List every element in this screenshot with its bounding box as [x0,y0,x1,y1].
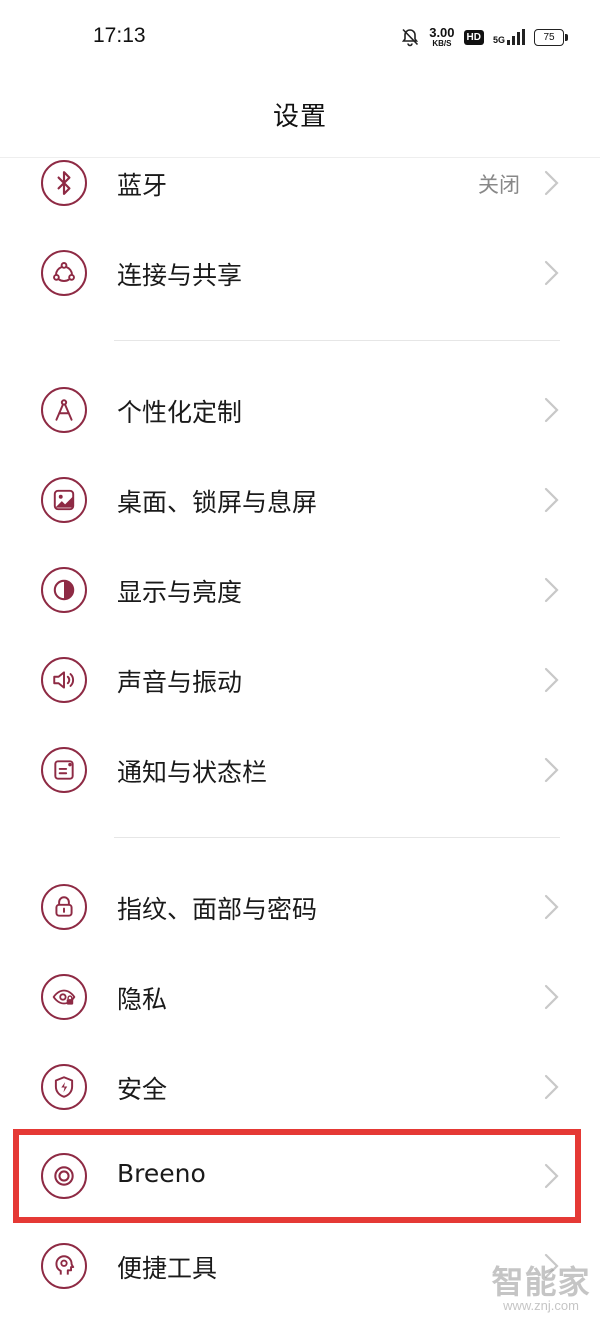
settings-item-label: 连接与共享 [117,261,243,290]
watermark-url: www.znj.com [503,1298,579,1313]
settings-item-label: 桌面、锁屏与息屏 [117,488,318,517]
speaker-icon [41,657,87,703]
settings-item-label: 通知与状态栏 [117,758,268,787]
shield-icon [41,1064,87,1110]
group-divider [114,837,560,838]
page-title: 设置 [272,102,327,132]
settings-item-personalization[interactable]: 个性化定制 [0,365,600,455]
compass-icon [41,387,87,433]
settings-item-notification-statusbar[interactable]: 通知与状态栏 [0,725,600,815]
settings-item-label: 个性化定制 [117,398,243,427]
notification-icon [41,747,87,793]
chevron-right-icon [544,397,559,423]
settings-item-label: 蓝牙 [117,171,168,200]
settings-item-bluetooth[interactable]: 蓝牙 关闭 [0,138,600,228]
hd-badge: HD [463,29,484,45]
brightness-icon [41,567,87,613]
battery-indicator: 75 [534,28,568,46]
settings-item-label: 指纹、面部与密码 [117,895,318,924]
privacy-eye-icon [41,974,87,1020]
chevron-right-icon [544,757,559,783]
settings-item-label: 显示与亮度 [117,578,243,607]
group-divider [114,340,560,341]
chevron-right-icon [544,487,559,513]
chevron-right-icon [544,667,559,693]
settings-item-connection-sharing[interactable]: 连接与共享 [0,228,600,318]
chevron-right-icon [544,1074,559,1100]
chevron-right-icon [544,577,559,603]
watermark-logo: 智能家 [491,1263,591,1301]
settings-item-display-brightness[interactable]: 显示与亮度 [0,545,600,635]
status-icons: 3.00 KB/S HD 5G 75 [400,22,568,52]
chevron-right-icon [544,894,559,920]
network-speed: 3.00 KB/S [429,26,454,48]
network-type: 5G [492,35,505,45]
connection-share-icon [41,250,87,296]
chevron-right-icon [544,170,559,196]
signal-bars-icon [507,29,525,45]
tools-head-icon [41,1243,87,1289]
settings-item-desktop-lockscreen[interactable]: 桌面、锁屏与息屏 [0,455,600,545]
settings-item-label: 便捷工具 [117,1254,218,1283]
bell-muted-icon [402,28,419,47]
settings-item-label: 声音与振动 [117,668,243,697]
settings-item-label: 隐私 [117,985,168,1014]
settings-item-sound-vibration[interactable]: 声音与振动 [0,635,600,725]
settings-item-fingerprint-face-password[interactable]: 指纹、面部与密码 [0,862,600,952]
highlight-box [13,1129,581,1223]
chevron-right-icon [544,984,559,1010]
status-time: 17:13 [93,24,146,47]
status-bar: 17:13 3.00 KB/S HD 5G 75 [0,0,600,80]
network-speed-value: 3.00 [429,25,455,40]
lock-icon [41,884,87,930]
settings-item-label: 安全 [117,1075,168,1104]
settings-item-privacy[interactable]: 隐私 [0,952,600,1042]
bluetooth-status-value: 关闭 [478,173,520,197]
bluetooth-icon [41,160,87,206]
cellular-signal: 5G [493,29,525,45]
wallpaper-icon [41,477,87,523]
settings-item-security[interactable]: 安全 [0,1042,600,1132]
network-speed-unit: KB/S [432,39,452,48]
chevron-right-icon [544,260,559,286]
watermark: 智能家 www.znj.com [488,1266,594,1315]
